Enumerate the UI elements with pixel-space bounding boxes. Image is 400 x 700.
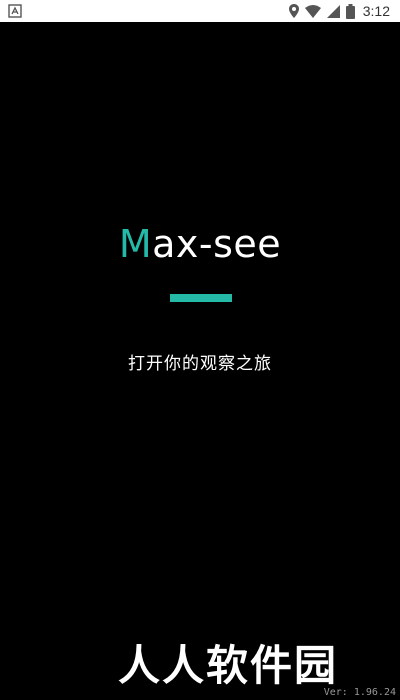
clock: 3:12 (362, 3, 390, 19)
location-icon (288, 4, 299, 18)
version-label: Ver: 1.96.24 (323, 687, 396, 698)
logo-accent-letter: M (118, 222, 153, 266)
signal-icon (326, 4, 340, 18)
notification-icon (8, 3, 22, 18)
status-bar: 3:12 (0, 0, 400, 22)
watermark: 人人软件园 (118, 641, 339, 690)
accent-divider (170, 294, 232, 302)
app-logo: Max-see (0, 222, 400, 266)
tagline: 打开你的观察之旅 (128, 354, 272, 374)
splash-screen: Max-see 打开你的观察之旅 人人软件园 Ver: 1.96.24 (0, 22, 400, 700)
battery-icon (345, 3, 355, 19)
wifi-icon (304, 4, 321, 18)
logo-text: ax-see (152, 222, 282, 266)
